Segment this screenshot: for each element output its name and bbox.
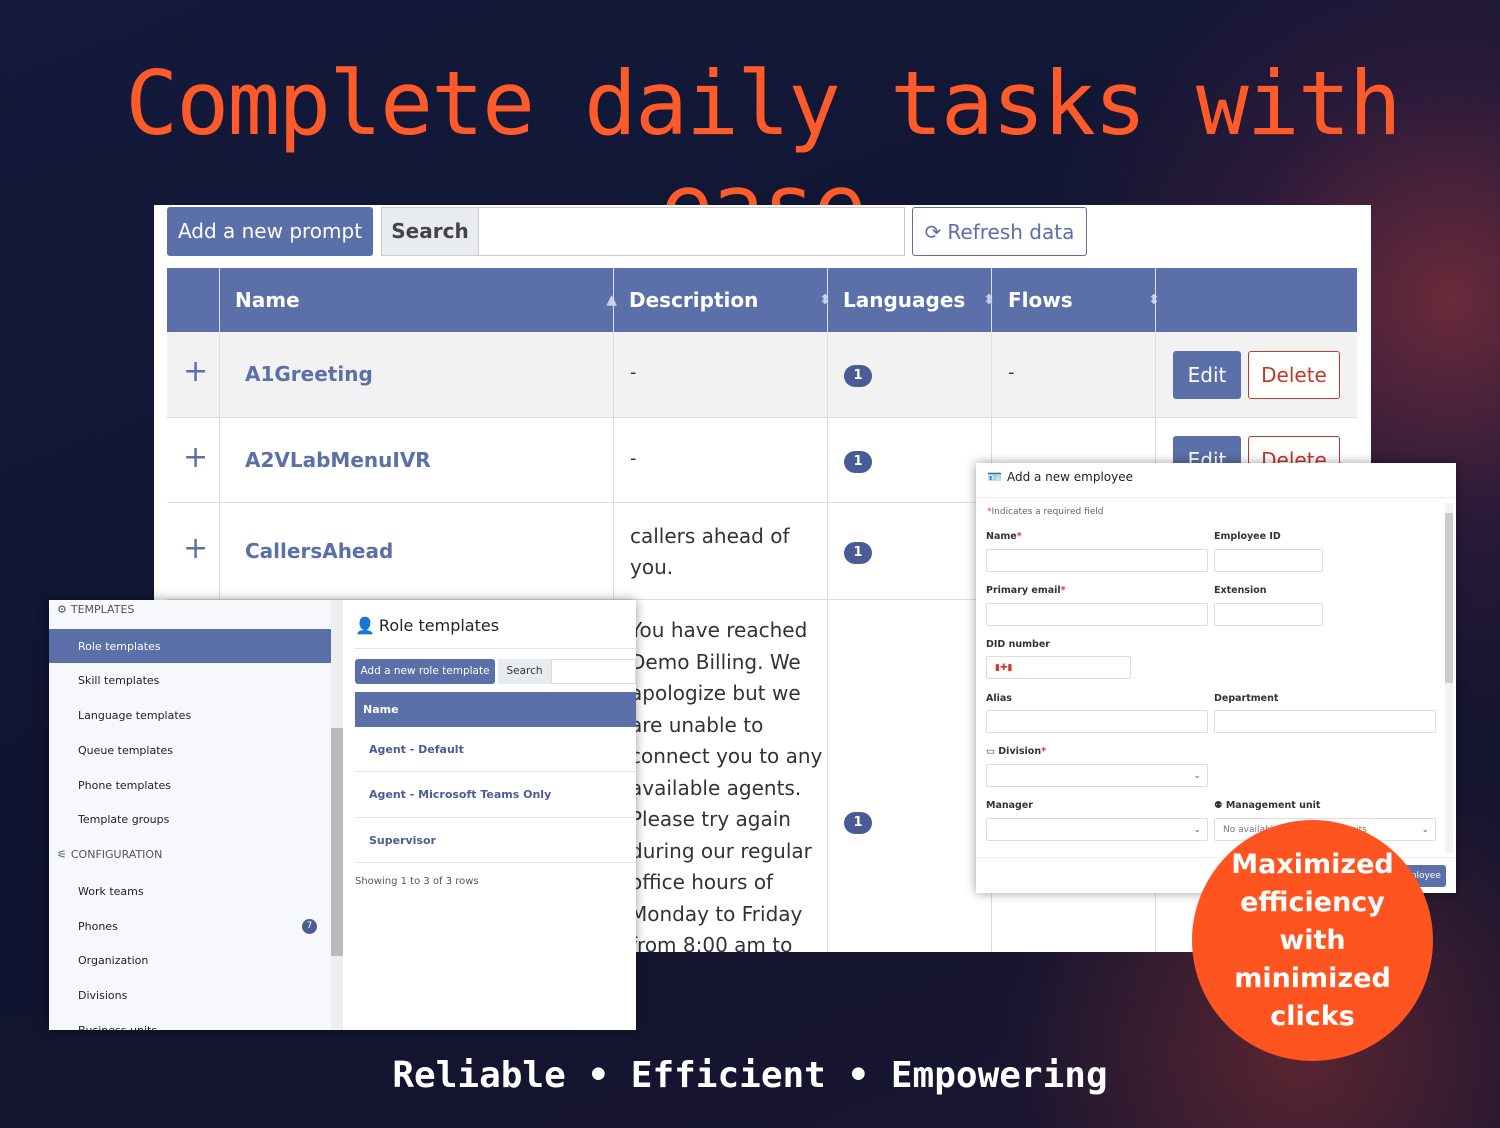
did-label: DID number	[986, 639, 1050, 650]
user-lock-icon: 👤	[355, 616, 375, 635]
department-label: Department	[1214, 693, 1279, 704]
add-prompt-button[interactable]: Add a new prompt	[167, 207, 373, 256]
division-label: ▭ Division*	[986, 746, 1047, 757]
name-input[interactable]	[986, 549, 1208, 572]
column-languages[interactable]: Languages ⬍	[843, 268, 1003, 332]
sidebar-item-phones[interactable]: Phones 7	[49, 909, 331, 943]
chevron-down-icon: ⌄	[1421, 824, 1429, 835]
employee-id-input[interactable]	[1214, 549, 1323, 572]
sidebar-item-language-templates[interactable]: Language templates	[49, 698, 331, 732]
languages-badge: 1	[844, 365, 872, 387]
expand-icon[interactable]: +	[183, 531, 208, 566]
templates-section: ⚙ TEMPLATES	[57, 603, 135, 616]
role-search-input[interactable]	[551, 659, 636, 684]
sidebar-item-phone-templates[interactable]: Phone templates	[49, 768, 331, 802]
callout-badge: Maximized efficiency with minimized clic…	[1192, 820, 1433, 1061]
edit-button[interactable]: Edit	[1173, 351, 1241, 399]
column-description[interactable]: Description ⬍	[629, 268, 839, 332]
sidebar-item-template-groups[interactable]: Template groups	[49, 802, 331, 836]
extension-label: Extension	[1214, 585, 1267, 596]
row-description: You have reached Demo Billing. We apolog…	[630, 618, 823, 952]
sort-icon: ⬍	[983, 292, 995, 308]
sidebar-item-divisions[interactable]: Divisions	[49, 978, 331, 1012]
people-icon: ⚉	[1214, 800, 1226, 811]
row-name[interactable]: A2VLabMenuIVR	[245, 448, 431, 472]
search-label: Search	[498, 659, 551, 684]
row-flows: -	[1008, 362, 1015, 383]
languages-badge: 1	[844, 451, 872, 473]
email-label: Primary email*	[986, 585, 1066, 596]
email-input[interactable]	[986, 603, 1208, 626]
templates-icon: ⚙	[57, 603, 67, 616]
delete-button[interactable]: Delete	[1248, 351, 1340, 399]
role-templates-window: ⚙ TEMPLATES Role templates Skill template…	[49, 600, 636, 1030]
form-scrollbar[interactable]	[1445, 503, 1453, 853]
chevron-down-icon: ⌄	[1193, 770, 1201, 781]
page-title: 👤 Role templates	[355, 616, 500, 635]
expand-icon[interactable]: +	[183, 440, 208, 475]
sidebar-item-skill-templates[interactable]: Skill templates	[49, 663, 331, 697]
search-label: Search	[381, 207, 479, 256]
sliders-icon: ⚟	[57, 848, 67, 861]
sidebar-item-queue-templates[interactable]: Queue templates	[49, 733, 331, 767]
manager-label: Manager	[986, 800, 1033, 811]
role-row[interactable]: Agent - Microsoft Teams Only	[355, 772, 636, 818]
dialog-title: 🪪 Add a new employee	[987, 470, 1134, 484]
phones-badge: 7	[302, 918, 317, 934]
row-name[interactable]: A1Greeting	[245, 362, 373, 386]
required-note: *Indicates a required field	[987, 507, 1104, 517]
division-icon: ▭	[986, 746, 999, 757]
expand-icon[interactable]: +	[183, 354, 208, 389]
row-description: -	[630, 448, 637, 469]
department-input[interactable]	[1214, 710, 1436, 733]
role-row[interactable]: Supervisor	[355, 818, 636, 863]
column-name[interactable]: Name	[355, 692, 636, 727]
manager-select[interactable]: ⌄	[986, 818, 1208, 841]
sort-icon: ▲	[606, 292, 617, 308]
row-description: -	[630, 362, 637, 383]
languages-badge: 1	[844, 812, 872, 834]
alias-input[interactable]	[986, 710, 1208, 733]
id-card-icon: 🪪	[987, 470, 1002, 484]
extension-input[interactable]	[1214, 603, 1323, 626]
tagline: Reliable • Efficient • Empowering	[392, 1055, 1108, 1096]
sidebar-item-work-teams[interactable]: Work teams	[49, 874, 331, 908]
row-name[interactable]: CallersAhead	[245, 539, 393, 563]
column-flows[interactable]: Flows⬍	[1008, 268, 1168, 332]
sort-icon: ⬍	[819, 292, 831, 308]
role-row[interactable]: Agent - Default	[355, 727, 636, 772]
sidebar-item-organization[interactable]: Organization	[49, 943, 331, 977]
table-row: + A1Greeting - 1 - Edit Delete	[167, 332, 1357, 418]
table-header: Name▲ Description⬍ Languages⬍ Flows⬍	[167, 268, 1357, 332]
alias-label: Alias	[986, 693, 1012, 704]
employee-id-label: Employee ID	[1214, 531, 1281, 542]
division-select[interactable]: ⌄	[986, 764, 1208, 787]
chevron-down-icon: ⌄	[1193, 824, 1201, 835]
languages-badge: 1	[844, 542, 872, 564]
configuration-section: ⚟ CONFIGURATION	[57, 848, 163, 861]
sidebar-item-role-templates[interactable]: Role templates	[49, 629, 331, 663]
name-label: Name*	[986, 531, 1022, 542]
refresh-button[interactable]: ⟳ Refresh data	[912, 207, 1087, 256]
management-unit-label: ⚉ Management unit	[1214, 800, 1321, 811]
refresh-label: Refresh data	[947, 219, 1075, 244]
canada-flag-icon: ▮✚▮	[995, 662, 1013, 673]
sidebar-scrollbar[interactable]	[331, 600, 343, 1030]
rows-summary: Showing 1 to 3 of 3 rows	[355, 876, 479, 887]
sidebar-item-business-units[interactable]: Business units	[49, 1013, 331, 1031]
search-input[interactable]	[478, 207, 905, 256]
add-role-template-button[interactable]: Add a new role template	[355, 659, 495, 684]
sidebar: ⚙ TEMPLATES Role templates Skill template…	[49, 600, 331, 1030]
row-description: callers ahead of you.	[630, 524, 790, 579]
add-employee-dialog: 🪪 Add a new employee *Indicates a require…	[976, 463, 1456, 893]
column-name[interactable]: Name ▲	[235, 268, 625, 332]
did-input[interactable]: ▮✚▮	[986, 656, 1131, 679]
refresh-icon: ⟳	[924, 219, 942, 244]
